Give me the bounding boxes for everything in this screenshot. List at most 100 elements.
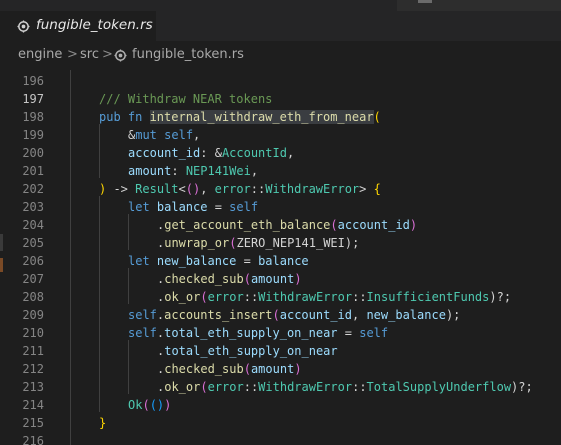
code-line[interactable]: self.total_eth_supply_on_near = self	[128, 324, 388, 342]
line-number: 215	[22, 416, 44, 430]
breadcrumb-item-engine[interactable]: engine	[18, 47, 62, 62]
variable: new_balance	[156, 254, 237, 268]
enum-variant: InsufficientFunds	[366, 290, 490, 304]
keyword: let	[128, 254, 157, 268]
bracket: (	[373, 110, 381, 124]
bracket: (	[330, 218, 338, 232]
module-name: error	[214, 182, 251, 196]
code-line[interactable]: .ok_or(error::WithdrawError::Insufficien…	[157, 288, 511, 306]
type-name: WithdrawError	[258, 290, 353, 304]
bracket: (	[200, 290, 208, 304]
line-number: 211	[22, 344, 44, 358]
code-line[interactable]: .total_eth_supply_on_near	[157, 342, 338, 360]
variable: balance	[156, 200, 208, 214]
keyword: self	[229, 200, 259, 214]
code-line[interactable]: /// Withdraw NEAR tokens	[99, 90, 272, 108]
line-number: 204	[22, 218, 44, 232]
bracket: (	[243, 272, 251, 286]
enum-variant: Ok	[128, 398, 143, 412]
code-editor[interactable]: 196 197 198 199 200 201 202 203 204 205 …	[0, 70, 561, 445]
punctuation: =	[207, 200, 230, 214]
module-name: error	[207, 380, 244, 394]
code-line[interactable]: account_id: &AccountId,	[128, 144, 294, 162]
punctuation: ->	[106, 182, 136, 196]
indent-guide	[128, 268, 129, 304]
line-number: 206	[22, 254, 44, 268]
function-name: internal_withdraw_eth_from_near	[149, 110, 374, 124]
line-number: 208	[22, 290, 44, 304]
code-line[interactable]: &mut self,	[128, 126, 200, 144]
punctuation: ,	[286, 146, 295, 160]
type-name: NEP141Wei	[185, 164, 251, 178]
enum-variant: TotalSupplyUnderflow	[366, 380, 512, 394]
punctuation: ::	[243, 380, 259, 394]
bracket: (	[243, 362, 251, 376]
breadcrumb-item-src[interactable]: src	[80, 47, 99, 62]
constant: ZERO_NEP141_WEI	[236, 236, 345, 250]
code-line[interactable]: ) -> Result<(), error::WithdrawError> {	[99, 180, 381, 198]
bracket: )	[294, 272, 302, 286]
title-strip	[0, 0, 561, 11]
method-call: accounts_insert	[164, 308, 273, 322]
line-number: 214	[22, 398, 44, 412]
line-number: 199	[22, 128, 44, 142]
indent-guide	[99, 124, 100, 178]
line-number: 203	[22, 200, 44, 214]
keyword: pub fn	[99, 110, 150, 124]
bracket: (	[200, 380, 208, 394]
code-line[interactable]: let balance = self	[128, 198, 258, 216]
bracket: }	[99, 416, 107, 430]
variable: amount	[250, 362, 295, 376]
punctuation: :	[171, 164, 186, 178]
variable: account_id	[279, 308, 352, 322]
parameter: amount	[128, 164, 172, 178]
panel-indicator	[418, 0, 432, 3]
breadcrumb-separator: >	[102, 47, 113, 62]
punctuation: ,	[250, 164, 259, 178]
bracket: (	[229, 236, 237, 250]
type-name: WithdrawError	[258, 380, 353, 394]
method-call: get_account_eth_balance	[164, 218, 331, 232]
code-line[interactable]: .ok_or(error::WithdrawError::TotalSupply…	[157, 378, 533, 396]
line-number: 207	[22, 272, 44, 286]
line-number: 210	[22, 326, 44, 340]
indent-guide	[99, 196, 100, 412]
line-number: 198	[22, 110, 44, 124]
indent-guide	[128, 340, 129, 394]
punctuation: );	[445, 308, 461, 322]
tab-fungible-token[interactable]: fungible_token.rs	[0, 11, 157, 41]
rust-file-icon	[17, 20, 30, 33]
punctuation: >	[359, 182, 374, 196]
punctuation: <	[178, 182, 186, 196]
tab-label: fungible_token.rs	[36, 17, 153, 33]
type-name: Result	[135, 182, 179, 196]
bracket: (	[272, 308, 280, 322]
code-line[interactable]: pub fn internal_withdraw_eth_from_near(	[99, 108, 381, 126]
code-line[interactable]: .unwrap_or(ZERO_NEP141_WEI);	[157, 234, 359, 252]
punctuation: ,	[352, 308, 367, 322]
code-line[interactable]: .checked_sub(amount)	[157, 360, 302, 378]
code-line[interactable]: .get_account_eth_balance(account_id)	[157, 216, 417, 234]
line-number: 196	[22, 74, 44, 88]
indent-guide	[70, 70, 71, 445]
variable: account_id	[337, 218, 410, 232]
punctuation: )?;	[511, 380, 533, 394]
rust-file-icon	[114, 49, 127, 62]
unit-type: ()	[185, 182, 201, 196]
code-line[interactable]: self.accounts_insert(account_id, new_bal…	[128, 306, 460, 324]
breadcrumb-item-file[interactable]: fungible_token.rs	[132, 47, 244, 62]
code-line[interactable]: amount: NEP141Wei,	[128, 162, 258, 180]
method-call: ok_or	[164, 380, 201, 394]
line-number: 216	[22, 434, 44, 445]
bracket: )	[294, 362, 302, 376]
code-line[interactable]: Ok(())	[128, 396, 171, 414]
line-number: 200	[22, 146, 44, 160]
code-line[interactable]: let new_balance = balance	[128, 252, 309, 270]
line-number: 205	[22, 236, 44, 250]
type-name: WithdrawError	[265, 182, 360, 196]
code-line[interactable]: }	[99, 414, 106, 432]
keyword: self	[164, 128, 194, 142]
line-number: 202	[22, 182, 44, 196]
variable: new_balance	[366, 308, 446, 322]
code-line[interactable]: .checked_sub(amount)	[157, 270, 302, 288]
